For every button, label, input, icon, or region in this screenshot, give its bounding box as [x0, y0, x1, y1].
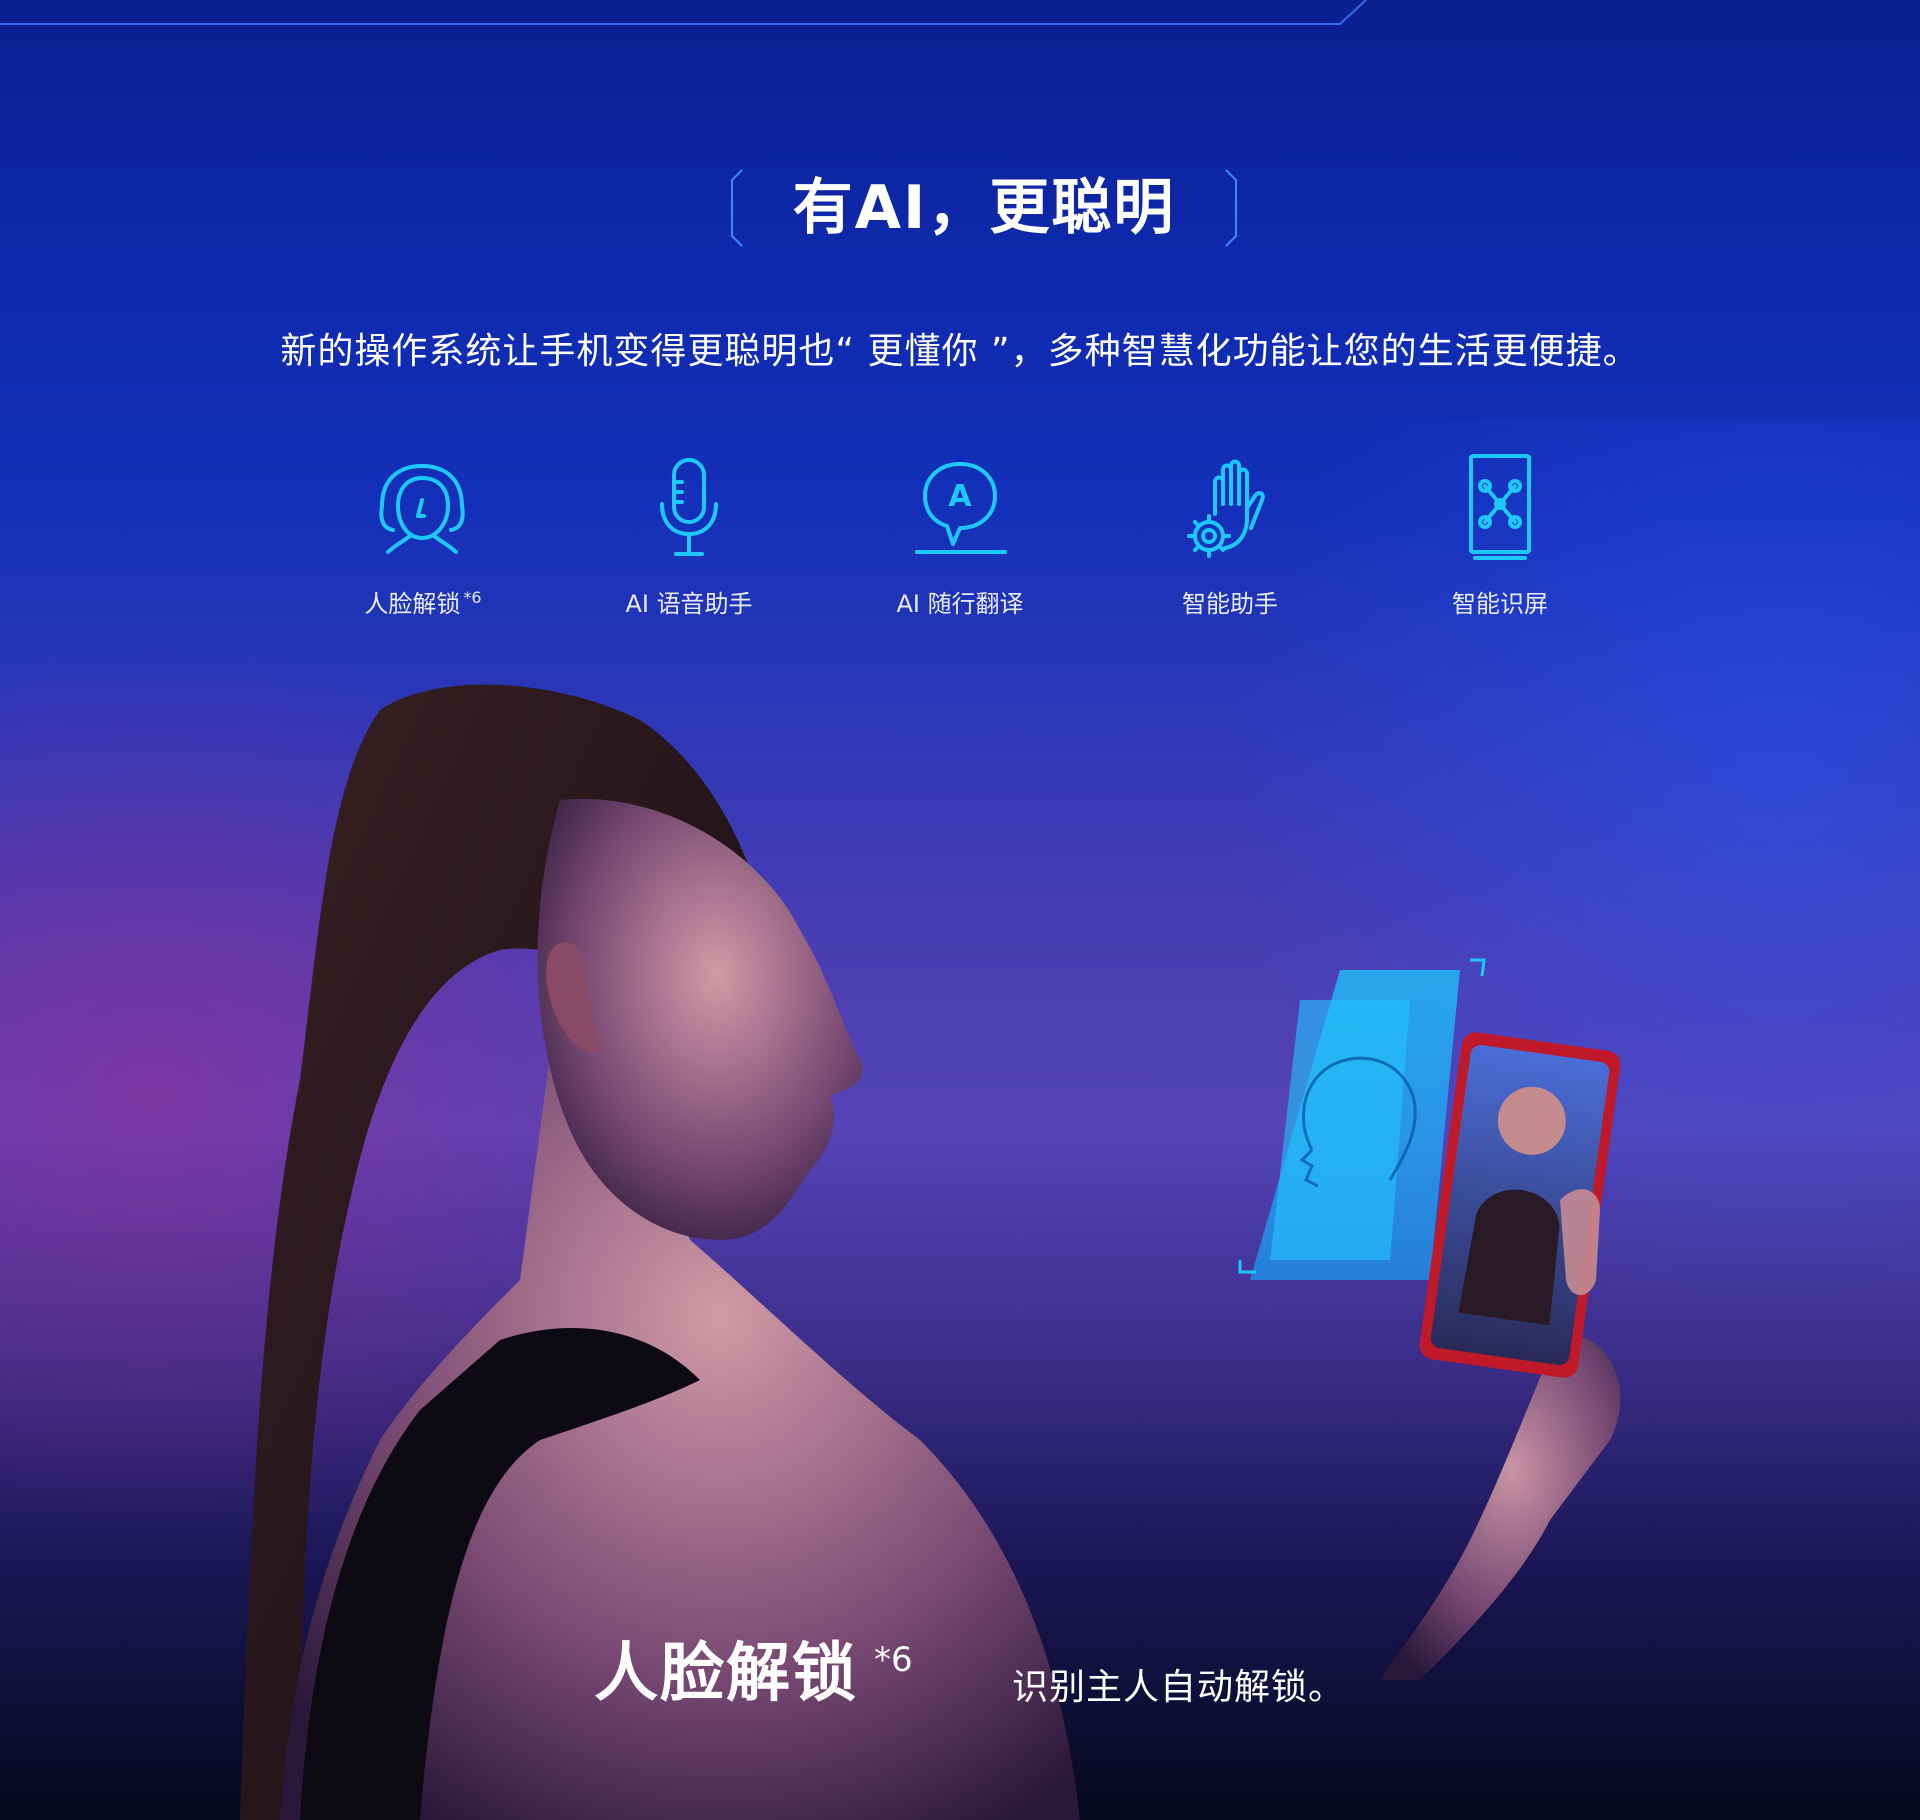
footnote-marker: *6	[463, 588, 482, 607]
translate-icon: A	[915, 462, 1007, 554]
face-unlock-title: 人脸解锁	[594, 1637, 858, 1711]
feature-smart-assistant[interactable]: 智能助手	[1110, 452, 1350, 632]
feature-translation[interactable]: A AI 随行翻译	[840, 452, 1080, 632]
screen-recognition-icon	[1469, 454, 1531, 560]
feature-voice-assistant-label: AI 语音助手	[625, 590, 753, 618]
feature-translation-label: AI 随行翻译	[896, 590, 1024, 618]
feature-screen-recognition-label: 智能识屏	[1452, 590, 1548, 618]
face-unlock-footnote-marker: *6	[874, 1640, 913, 1680]
face-icon	[379, 464, 465, 554]
svg-text:A: A	[948, 479, 972, 514]
section-title: 有AI，更聪明	[792, 173, 1176, 243]
section-subtitle: 新的操作系统让手机变得更聪明也“ 更懂你 ”，多种智慧化功能让您的生活更便捷。	[280, 331, 1640, 372]
section-header: 有AI，更聪明	[728, 168, 1240, 248]
feature-face-unlock-label: 人脸解锁 *6	[364, 588, 482, 618]
hand-gear-icon	[1187, 459, 1265, 558]
feature-screen-recognition[interactable]: 智能识屏	[1380, 452, 1620, 632]
bracket-right-icon	[1225, 169, 1237, 247]
feature-list: 人脸解锁 *6 AI 语音助手 A AI 随行翻译 智能助手 智能识屏	[0, 452, 1920, 632]
woman-face-unlock-illustration	[240, 684, 1621, 1820]
top-edge-decoration	[0, 0, 1367, 25]
microphone-icon	[660, 458, 718, 556]
face-unlock-description: 识别主人自动解锁。	[1012, 1667, 1346, 1708]
feature-smart-assistant-label: 智能助手	[1182, 590, 1278, 618]
feature-face-unlock[interactable]: 人脸解锁 *6	[303, 452, 543, 632]
feature-voice-assistant[interactable]: AI 语音助手	[569, 452, 809, 632]
